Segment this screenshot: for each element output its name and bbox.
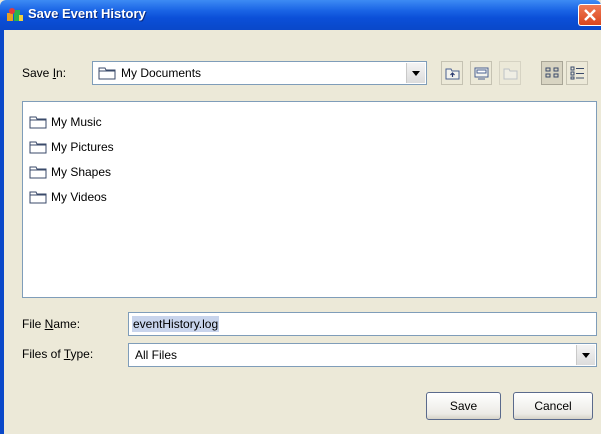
file-name-label: File Name: <box>22 317 81 331</box>
folder-icon <box>29 166 47 179</box>
close-icon <box>584 9 596 21</box>
chevron-down-icon[interactable] <box>576 345 595 365</box>
file-type-label: Files of Type: <box>22 347 94 361</box>
app-icon <box>7 8 23 21</box>
desktop-icon <box>474 67 489 80</box>
folder-icon <box>98 67 116 80</box>
folder-icon <box>29 116 47 129</box>
details-view-icon <box>570 66 584 80</box>
new-folder-button[interactable] <box>499 61 521 85</box>
folder-icon <box>29 191 47 204</box>
file-type-value: All Files <box>135 348 178 362</box>
window-title: Save Event History <box>28 6 146 21</box>
save-button[interactable]: Save <box>426 392 501 420</box>
details-view-button[interactable] <box>566 61 588 85</box>
title-bar[interactable]: Save Event History <box>0 0 601 30</box>
save-in-value: My Documents <box>121 66 202 80</box>
list-view-button[interactable] <box>541 61 563 85</box>
save-dialog: Save Event History Save In: My Documents <box>0 0 601 434</box>
chevron-down-icon[interactable] <box>406 63 425 83</box>
up-folder-icon <box>445 68 460 80</box>
new-folder-icon <box>503 68 518 80</box>
window-border <box>0 30 4 434</box>
save-in-combo[interactable]: My Documents <box>92 61 427 85</box>
file-type-combo[interactable]: All Files <box>128 343 597 367</box>
save-in-label: Save In: <box>22 66 67 80</box>
close-button[interactable] <box>578 4 601 26</box>
list-item-label: My Pictures <box>51 140 114 154</box>
up-folder-button[interactable] <box>441 61 463 85</box>
list-view-icon <box>545 67 559 78</box>
cancel-button[interactable]: Cancel <box>513 392 593 420</box>
list-item-label: My Videos <box>51 190 107 204</box>
folder-icon <box>29 141 47 154</box>
list-item-label: My Shapes <box>51 165 112 179</box>
file-name-value[interactable]: eventHistory.log <box>132 316 220 332</box>
desktop-button[interactable] <box>470 61 492 85</box>
file-list[interactable]: My Music My Pictures My Shapes My Videos <box>22 101 597 298</box>
list-item-label: My Music <box>51 115 102 129</box>
